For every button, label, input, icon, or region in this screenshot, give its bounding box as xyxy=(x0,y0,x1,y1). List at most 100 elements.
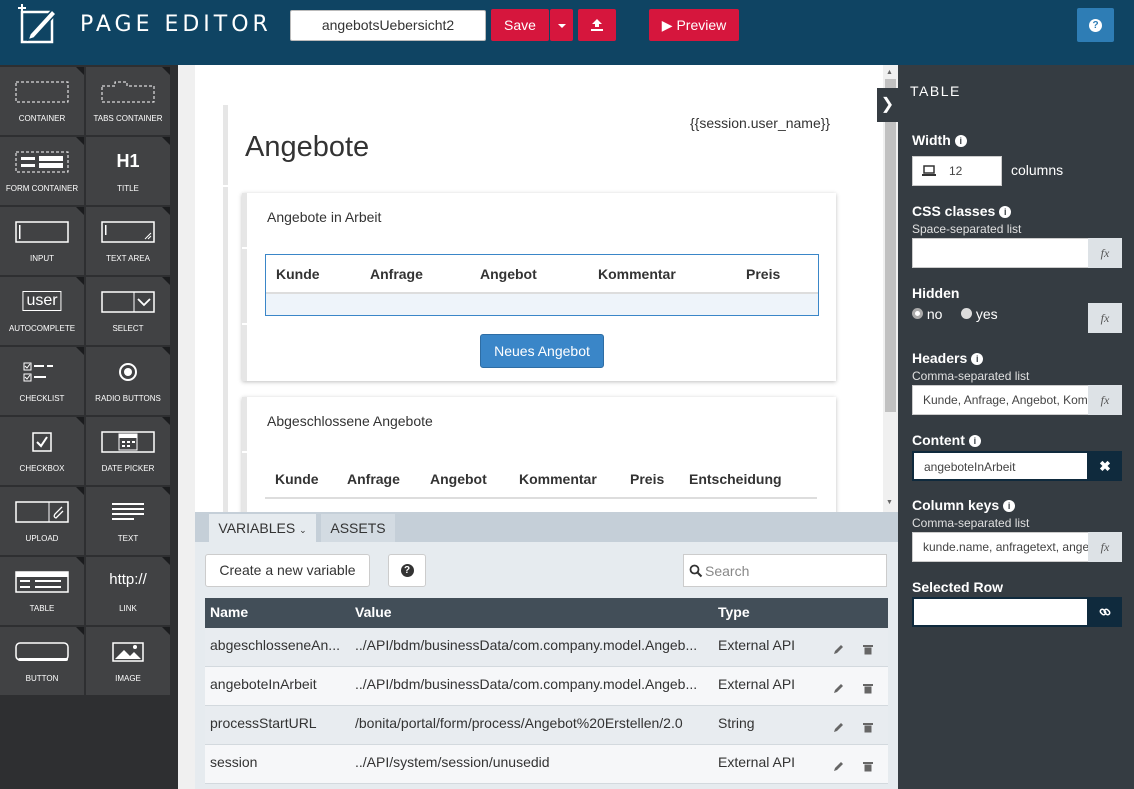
row-gutter[interactable] xyxy=(242,193,247,247)
palette-scrollbar[interactable] xyxy=(178,65,195,789)
palette-item-table[interactable]: TABLE xyxy=(0,557,84,625)
scroll-thumb[interactable] xyxy=(885,79,896,412)
palette-item-image[interactable]: IMAGE xyxy=(86,627,170,695)
palette-item-label: INPUT xyxy=(30,254,54,263)
search-icon xyxy=(689,564,703,578)
fx-toggle-button[interactable]: fx xyxy=(1088,238,1122,268)
app-title: PAGE EDITOR xyxy=(80,12,272,37)
tab-assets[interactable]: ASSETS xyxy=(321,514,395,542)
create-variable-button[interactable]: Create a new variable xyxy=(205,554,370,587)
content-input[interactable]: angeboteInArbeit xyxy=(912,451,1089,481)
session-username-text[interactable]: {{session.user_name}} xyxy=(690,115,830,131)
palette-item-radio-buttons[interactable]: RADIO BUTTONS xyxy=(86,347,170,415)
palette-item-select[interactable]: SELECT xyxy=(86,277,170,345)
fx-toggle-button[interactable]: fx xyxy=(1088,303,1122,333)
palette-item-title[interactable]: H1 TITLE xyxy=(86,137,170,205)
save-button[interactable]: Save xyxy=(491,9,549,41)
trash-icon[interactable] xyxy=(863,683,873,694)
hidden-yes-radio[interactable]: yes xyxy=(961,306,998,322)
row-gutter[interactable] xyxy=(223,105,228,185)
variables-help-button[interactable]: ? xyxy=(388,554,426,587)
palette-item-form-container[interactable]: FORM CONTAINER xyxy=(0,137,84,205)
table-angebote-in-arbeit[interactable]: Kunde Anfrage Angebot Kommentar Preis xyxy=(265,254,819,316)
width-value: 12 xyxy=(949,164,963,178)
variable-type: String xyxy=(718,715,755,731)
table-header: Name Value Type xyxy=(205,598,888,628)
fx-toggle-button[interactable]: fx xyxy=(1088,385,1122,415)
width-label: Width i xyxy=(912,132,967,148)
css-classes-input[interactable] xyxy=(912,238,1089,268)
save-dropdown-button[interactable] xyxy=(550,9,573,41)
trash-icon[interactable] xyxy=(863,722,873,733)
page-title[interactable]: Angebote xyxy=(245,131,369,164)
hidden-no-radio[interactable]: no xyxy=(912,306,942,322)
palette-item-container[interactable]: CONTAINER xyxy=(0,67,84,135)
preview-button[interactable]: ▶ Preview xyxy=(649,9,739,41)
page-name-input[interactable]: angebotsUebersicht2 xyxy=(290,10,486,41)
trash-icon[interactable] xyxy=(863,644,873,655)
edit-pencil-icon[interactable] xyxy=(833,761,844,772)
palette-item-label: RADIO BUTTONS xyxy=(95,394,161,403)
palette-item-label: FORM CONTAINER xyxy=(5,184,79,193)
palette-item-input[interactable]: INPUT xyxy=(0,207,84,275)
preview-label: Preview xyxy=(676,17,727,33)
palette-item-label: CHECKBOX xyxy=(19,464,65,473)
hidden-label: Hidden xyxy=(912,285,960,301)
collapse-properties-button[interactable]: ❯ xyxy=(877,88,898,122)
column-keys-input[interactable]: kunde.name, anfragetext, angebot xyxy=(912,532,1089,562)
clear-binding-button[interactable]: ✖ xyxy=(1088,451,1122,481)
search-input[interactable]: Search xyxy=(683,554,887,587)
link-binding-button[interactable] xyxy=(1088,597,1122,627)
table-abgeschlossene-angebote[interactable]: Kunde Anfrage Angebot Kommentar Preis En… xyxy=(265,460,817,499)
palette-item-date-picker[interactable]: DATE PICKER xyxy=(86,417,170,485)
palette-item-text-area[interactable]: TEXT AREA xyxy=(86,207,170,275)
form-container-icon xyxy=(15,151,69,175)
palette-item-label: SELECT xyxy=(112,324,144,333)
row-gutter[interactable] xyxy=(242,397,247,451)
container-abgeschlossene-angebote[interactable]: Abgeschlossene Angebote Kunde Anfrage An… xyxy=(242,397,836,512)
date-picker-icon xyxy=(101,431,155,455)
export-button[interactable] xyxy=(578,9,616,41)
palette-item-upload[interactable]: UPLOAD xyxy=(0,487,84,555)
edit-pencil-icon[interactable] xyxy=(833,683,844,694)
table-row[interactable]: angeboteInArbeit ../API/bdm/businessData/… xyxy=(205,667,888,706)
row-gutter[interactable] xyxy=(242,249,247,323)
new-offer-button[interactable]: Neues Angebot xyxy=(480,334,604,368)
scroll-down-arrow-icon[interactable]: ▼ xyxy=(886,499,893,506)
palette-item-button[interactable]: BUTTON xyxy=(0,627,84,695)
table-row[interactable]: processStartURL/bonita/portal/form/proce… xyxy=(205,706,888,745)
editor-canvas[interactable]: {{session.user_name}} Angebote Angebote … xyxy=(195,65,883,512)
link-icon xyxy=(1099,608,1111,616)
palette-item-checklist[interactable]: CHECKLIST xyxy=(0,347,84,415)
palette-item-autocomplete[interactable]: user AUTOCOMPLETE xyxy=(0,277,84,345)
info-icon: i xyxy=(999,206,1012,218)
edit-pencil-icon[interactable] xyxy=(833,644,844,655)
palette-item-checkbox[interactable]: CHECKBOX xyxy=(0,417,84,485)
palette-item-label: AUTOCOMPLETE xyxy=(8,324,76,333)
section-title[interactable]: Abgeschlossene Angebote xyxy=(267,413,433,429)
headers-input[interactable]: Kunde, Anfrage, Angebot, Kommentar, Prei… xyxy=(912,385,1089,415)
palette-item-text[interactable]: TEXT xyxy=(86,487,170,555)
palette-item-link[interactable]: http:// LINK xyxy=(86,557,170,625)
scroll-up-arrow-icon[interactable]: ▲ xyxy=(886,69,893,76)
canvas-scrollbar[interactable]: ▲ ▼ xyxy=(883,65,898,512)
info-icon: i xyxy=(1003,500,1016,512)
widget-palette: CONTAINER TABS CONTAINER FORM CONTAINER H1 T… xyxy=(0,65,178,789)
section-title[interactable]: Angebote in Arbeit xyxy=(267,209,381,225)
row-gutter[interactable] xyxy=(242,453,247,512)
fx-toggle-button[interactable]: fx xyxy=(1088,532,1122,562)
column-header: Kommentar xyxy=(519,470,597,487)
selected-row-input[interactable] xyxy=(912,597,1089,627)
row-gutter[interactable] xyxy=(242,325,247,381)
tab-variables[interactable]: VARIABLES ⌄ xyxy=(209,514,316,542)
text-icon xyxy=(108,501,148,525)
trash-icon[interactable] xyxy=(863,761,873,772)
width-input[interactable]: 12 xyxy=(912,156,1002,186)
help-button[interactable]: ? xyxy=(1077,8,1114,42)
table-row[interactable]: session ../API/system/session/unusedid Ext… xyxy=(205,745,888,784)
table-row[interactable]: abgeschlosseneAn... ../API/bdm/businessDa… xyxy=(205,628,888,667)
edit-pencil-icon[interactable] xyxy=(833,722,844,733)
container-angebote-in-arbeit[interactable]: Angebote in Arbeit Kunde Anfrage Angebot… xyxy=(242,193,836,381)
palette-item-tabs-container[interactable]: TABS CONTAINER xyxy=(86,67,170,135)
row-gutter[interactable] xyxy=(223,187,228,512)
